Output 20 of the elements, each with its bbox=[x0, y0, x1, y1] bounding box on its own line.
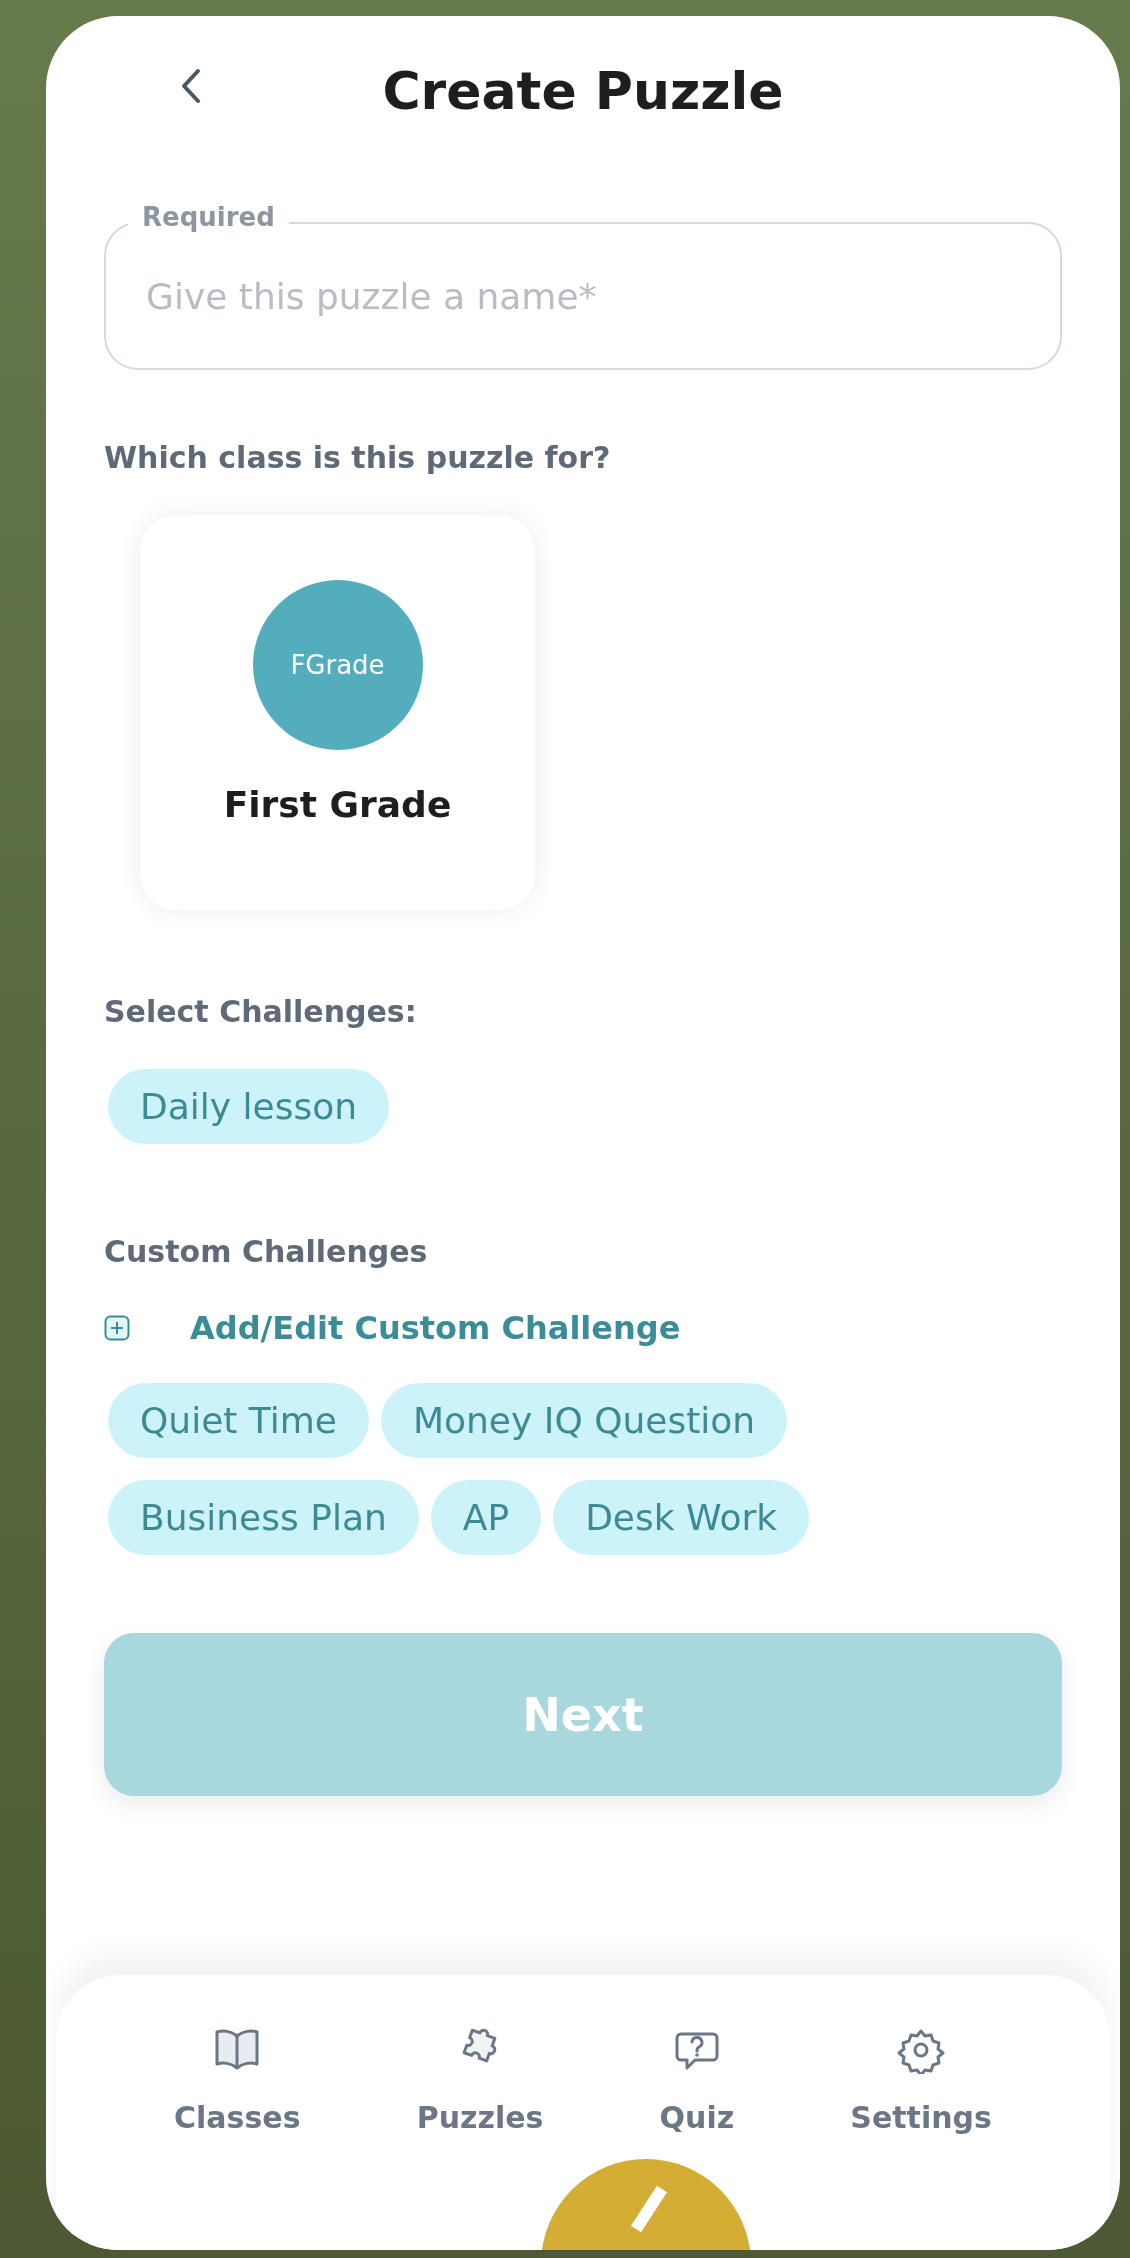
challenge-chip[interactable]: Daily lesson bbox=[108, 1069, 390, 1144]
challenge-chip[interactable]: Business Plan bbox=[108, 1480, 419, 1555]
class-avatar: FGrade bbox=[252, 580, 423, 750]
challenge-chip[interactable]: AP bbox=[430, 1480, 542, 1555]
nav-tab[interactable]: Classes bbox=[168, 2025, 307, 2155]
class-card[interactable]: FGrade First Grade bbox=[140, 515, 535, 910]
nav-tab[interactable]: Puzzles bbox=[410, 2025, 550, 2155]
nav-tab[interactable]: Settings bbox=[844, 2025, 998, 2155]
back-icon bbox=[180, 68, 202, 104]
add-challenge-link[interactable]: Add/Edit Custom Challenge bbox=[104, 1309, 1062, 1347]
challenge-chip[interactable]: Money IQ Question bbox=[380, 1383, 788, 1458]
challenge-chip[interactable]: Desk Work bbox=[553, 1480, 810, 1555]
screen-title: Create Puzzle bbox=[381, 60, 785, 121]
plus-icon bbox=[104, 1315, 130, 1341]
class-name: First Grade bbox=[223, 784, 452, 825]
nav-tab[interactable]: Quiz bbox=[653, 2025, 741, 2155]
section-heading: Custom Challenges bbox=[104, 1234, 429, 1269]
section-heading: Select Challenges: bbox=[104, 994, 418, 1029]
section-heading: Which class is this puzzle for? bbox=[104, 440, 612, 475]
challenge-chip[interactable]: Quiet Time bbox=[108, 1383, 369, 1458]
